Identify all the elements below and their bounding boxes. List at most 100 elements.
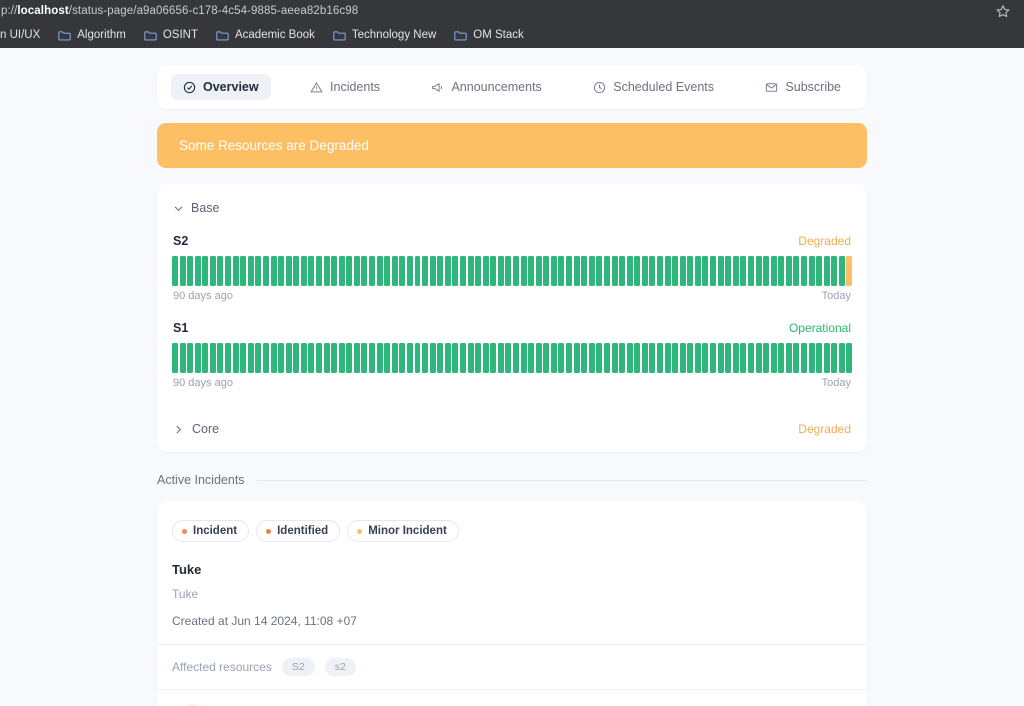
bookmark-item[interactable]: Algorithm <box>50 27 136 43</box>
uptime-bar[interactable] <box>262 343 269 373</box>
uptime-bar[interactable] <box>353 343 360 373</box>
uptime-bar[interactable] <box>467 256 474 286</box>
uptime-bar[interactable] <box>459 256 466 286</box>
uptime-bar[interactable] <box>687 343 694 373</box>
uptime-bar[interactable] <box>800 256 807 286</box>
uptime-bar[interactable] <box>285 343 292 373</box>
uptime-bar[interactable] <box>278 256 285 286</box>
uptime-bar[interactable] <box>414 343 421 373</box>
uptime-bar[interactable] <box>482 256 489 286</box>
uptime-bar[interactable] <box>422 343 429 373</box>
status-badge[interactable]: Identified <box>256 520 341 542</box>
uptime-bar[interactable] <box>505 256 512 286</box>
uptime-bar[interactable] <box>315 343 322 373</box>
uptime-bar[interactable] <box>240 343 247 373</box>
uptime-bar[interactable] <box>270 343 277 373</box>
uptime-bar[interactable] <box>717 256 724 286</box>
uptime-bar[interactable] <box>384 256 391 286</box>
uptime-bar[interactable] <box>429 256 436 286</box>
uptime-bar[interactable] <box>490 343 497 373</box>
uptime-bar[interactable] <box>626 343 633 373</box>
uptime-bar[interactable] <box>520 256 527 286</box>
uptime-bar[interactable] <box>194 343 201 373</box>
uptime-bar[interactable] <box>831 256 838 286</box>
uptime-bar[interactable] <box>399 256 406 286</box>
uptime-bar[interactable] <box>361 343 368 373</box>
uptime-bar[interactable] <box>384 343 391 373</box>
uptime-bar[interactable] <box>679 343 686 373</box>
uptime-bar[interactable] <box>846 343 853 373</box>
uptime-bar[interactable] <box>717 343 724 373</box>
uptime-bar[interactable] <box>732 256 739 286</box>
uptime-bar[interactable] <box>573 343 580 373</box>
uptime-bar[interactable] <box>611 343 618 373</box>
uptime-bar[interactable] <box>588 343 595 373</box>
uptime-bar[interactable] <box>732 343 739 373</box>
uptime-bar[interactable] <box>687 256 694 286</box>
uptime-bar[interactable] <box>581 256 588 286</box>
uptime-bar[interactable] <box>641 343 648 373</box>
uptime-bar[interactable] <box>437 343 444 373</box>
uptime-bar[interactable] <box>823 256 830 286</box>
uptime-bar[interactable] <box>429 343 436 373</box>
uptime-bar[interactable] <box>710 343 717 373</box>
uptime-bar[interactable] <box>596 256 603 286</box>
uptime-bar[interactable] <box>270 256 277 286</box>
uptime-bar[interactable] <box>649 343 656 373</box>
uptime-bar[interactable] <box>497 256 504 286</box>
uptime-bar[interactable] <box>558 256 565 286</box>
bookmark-item[interactable]: OM Stack <box>446 27 533 43</box>
uptime-bar[interactable] <box>626 256 633 286</box>
bookmark-item[interactable]: Technology New <box>325 27 446 43</box>
uptime-bar[interactable] <box>816 343 823 373</box>
uptime-bar[interactable] <box>308 343 315 373</box>
uptime-bar[interactable] <box>672 256 679 286</box>
group-header-base[interactable]: Base <box>172 200 852 215</box>
uptime-bar[interactable] <box>747 256 754 286</box>
uptime-bar[interactable] <box>376 343 383 373</box>
uptime-bar[interactable] <box>770 343 777 373</box>
uptime-bar[interactable] <box>634 343 641 373</box>
uptime-bar[interactable] <box>573 256 580 286</box>
uptime-bar[interactable] <box>247 256 254 286</box>
uptime-bar[interactable] <box>497 343 504 373</box>
uptime-bar[interactable] <box>505 343 512 373</box>
uptime-bar[interactable] <box>763 256 770 286</box>
uptime-bar[interactable] <box>702 256 709 286</box>
uptime-bar[interactable] <box>376 256 383 286</box>
tab-subscribe[interactable]: Subscribe <box>753 74 853 100</box>
bookmark-item[interactable]: Academic Book <box>208 27 325 43</box>
uptime-bar[interactable] <box>187 343 194 373</box>
uptime-bar[interactable] <box>763 343 770 373</box>
uptime-bar[interactable] <box>406 256 413 286</box>
tab-overview[interactable]: Overview <box>171 74 271 100</box>
status-badge[interactable]: Incident <box>172 520 250 542</box>
uptime-bar[interactable] <box>444 256 451 286</box>
address-bar[interactable]: p://localhost/status-page/a9a06656-c178-… <box>0 0 1024 22</box>
uptime-bar[interactable] <box>293 343 300 373</box>
uptime-bar[interactable] <box>566 256 573 286</box>
uptime-bar[interactable] <box>778 343 785 373</box>
uptime-bar[interactable] <box>641 256 648 286</box>
uptime-bar[interactable] <box>740 256 747 286</box>
uptime-bar[interactable] <box>823 343 830 373</box>
uptime-bar[interactable] <box>838 343 845 373</box>
uptime-bar[interactable] <box>588 256 595 286</box>
uptime-bar[interactable] <box>278 343 285 373</box>
uptime-bar[interactable] <box>209 343 216 373</box>
uptime-bar[interactable] <box>459 343 466 373</box>
uptime-bar[interactable] <box>566 343 573 373</box>
uptime-bar[interactable] <box>369 343 376 373</box>
uptime-bar[interactable] <box>535 256 542 286</box>
uptime-bar[interactable] <box>793 343 800 373</box>
uptime-bar[interactable] <box>634 256 641 286</box>
uptime-bar[interactable] <box>649 256 656 286</box>
uptime-bar[interactable] <box>785 256 792 286</box>
uptime-bar[interactable] <box>262 256 269 286</box>
uptime-bar[interactable] <box>414 256 421 286</box>
uptime-bar[interactable] <box>353 256 360 286</box>
uptime-bar[interactable] <box>475 256 482 286</box>
uptime-bar[interactable] <box>467 343 474 373</box>
uptime-bar[interactable] <box>664 256 671 286</box>
uptime-bar[interactable] <box>482 343 489 373</box>
